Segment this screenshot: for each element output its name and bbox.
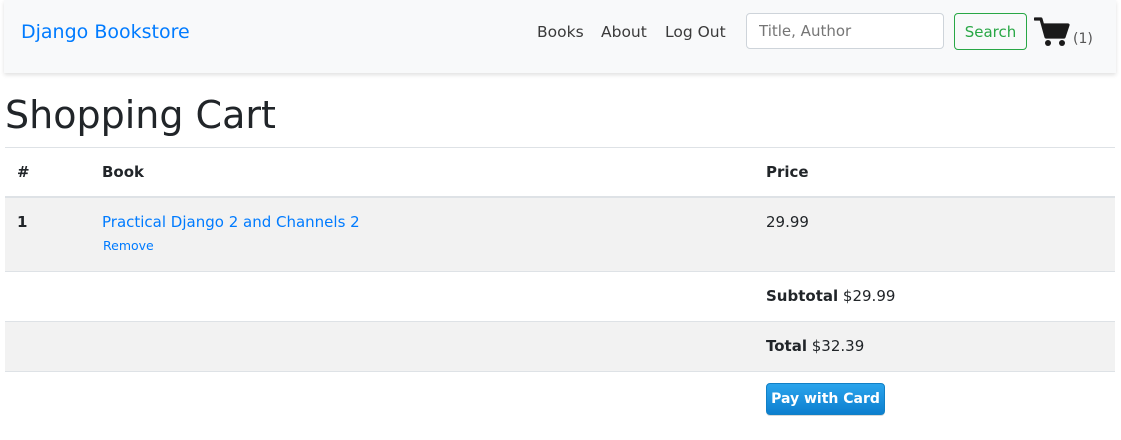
header-book: Book	[102, 147, 766, 198]
empty-cell	[5, 370, 102, 433]
page-title: Shopping Cart	[5, 93, 276, 137]
nav-link-about[interactable]: About	[601, 23, 647, 41]
nav-link-logout[interactable]: Log Out	[665, 23, 726, 41]
pay-cell: Pay with Card	[766, 370, 1115, 433]
total-label: Total	[766, 337, 807, 355]
subtotal-cell: Subtotal $29.99	[766, 270, 1115, 321]
pay-with-card-button[interactable]: Pay with Card	[766, 382, 885, 415]
navbar: Django Bookstore Books About Log Out Sea…	[4, 0, 1116, 73]
empty-cell	[102, 270, 766, 321]
subtotal-row: Subtotal $29.99	[5, 270, 1115, 321]
item-price: 29.99	[766, 196, 1115, 271]
search-input[interactable]	[746, 13, 944, 49]
payment-row: Pay with Card	[5, 370, 1115, 433]
empty-cell	[102, 370, 766, 433]
total-value: $32.39	[811, 337, 865, 355]
remove-link[interactable]: Remove	[103, 238, 766, 253]
brand-link[interactable]: Django Bookstore	[21, 21, 190, 43]
subtotal-value: $29.99	[842, 287, 896, 305]
empty-cell	[5, 320, 102, 371]
nav-link-books[interactable]: Books	[537, 23, 584, 41]
table-row: 1 Practical Django 2 and Channels 2 Remo…	[5, 196, 1115, 271]
total-cell: Total $32.39	[766, 320, 1115, 371]
empty-cell	[102, 320, 766, 371]
total-row: Total $32.39	[5, 320, 1115, 371]
item-book-cell: Practical Django 2 and Channels 2 Remove	[102, 196, 766, 271]
subtotal-label: Subtotal	[766, 287, 839, 305]
header-price: Price	[766, 147, 1115, 198]
empty-cell	[5, 270, 102, 321]
header-number: #	[5, 147, 102, 198]
table-header-row: # Book Price	[5, 147, 1115, 198]
cart-table: # Book Price 1 Practical Django 2 and Ch…	[5, 147, 1115, 433]
cart-link[interactable]: (1)	[1033, 16, 1094, 52]
book-title-link[interactable]: Practical Django 2 and Channels 2	[102, 213, 766, 231]
search-button[interactable]: Search	[954, 13, 1027, 50]
cart-count: (1)	[1073, 31, 1093, 47]
item-number: 1	[5, 196, 102, 271]
shopping-cart-icon	[1033, 16, 1070, 52]
